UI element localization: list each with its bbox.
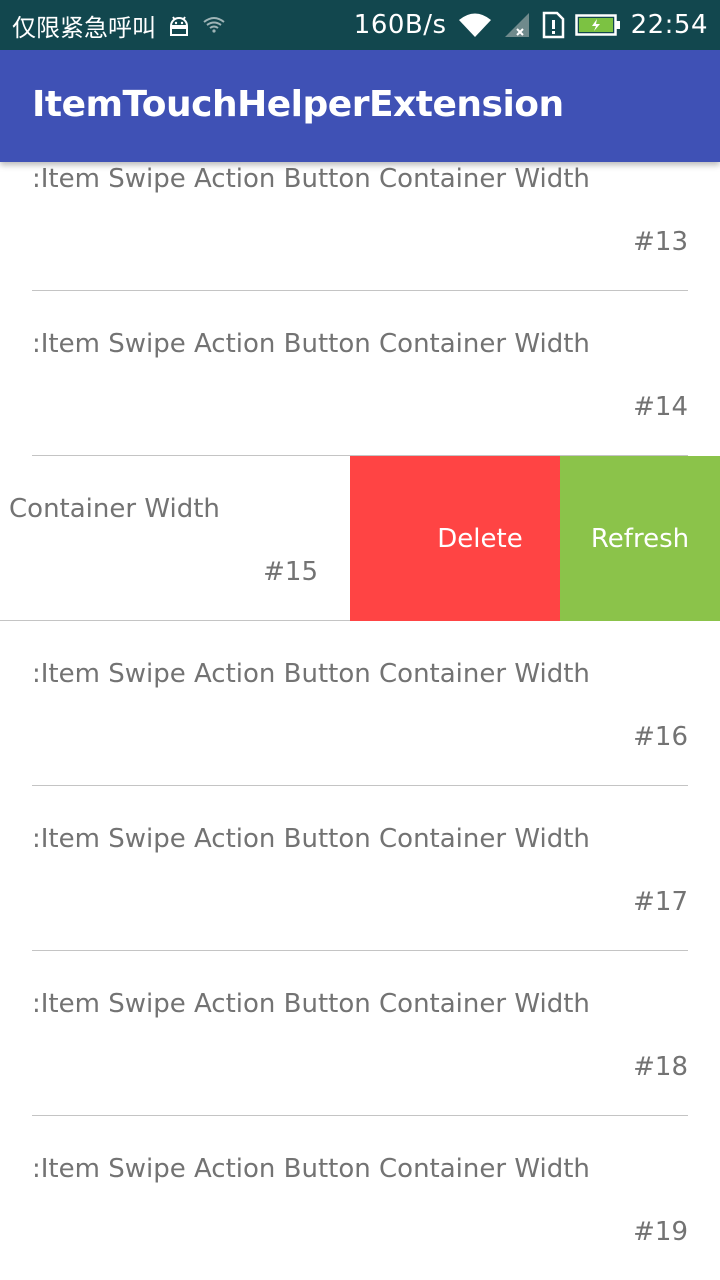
list-item[interactable]: :Item Swipe Action Button Container Widt… (0, 951, 720, 1116)
screen: 仅限紧急呼叫 160B/s 22:54 ItemTouchHelperExten… (0, 0, 720, 1280)
item-content: :Item Swipe Action Button Container Widt… (0, 951, 720, 1116)
list-item[interactable]: :Item Swipe Action Button Container Widt… (0, 786, 720, 951)
network-speed: 160B/s (353, 10, 447, 40)
wifi-icon (202, 15, 226, 35)
status-right: 160B/s 22:54 (354, 10, 708, 40)
app-title: ItemTouchHelperExtension (32, 84, 564, 125)
item-title: :Item Swipe Action Button Container Widt… (0, 494, 220, 524)
item-content: :Item Swipe Action Button Container Widt… (0, 786, 720, 951)
item-title: :Item Swipe Action Button Container Widt… (32, 659, 590, 689)
item-title: :Item Swipe Action Button Container Widt… (32, 989, 590, 1019)
clock: 22:54 (630, 10, 708, 40)
list-item[interactable]: :Item Swipe Action Button Container Widt… (0, 291, 720, 456)
carrier-text: 仅限紧急呼叫 (12, 13, 156, 42)
list-item[interactable]: :Item Swipe Action Button Container Widt… (0, 621, 720, 786)
wifi-signal-icon (457, 11, 493, 39)
item-title: :Item Swipe Action Button Container Widt… (32, 329, 590, 359)
item-content: :Item Swipe Action Button Container Widt… (0, 621, 720, 786)
item-number: #16 (633, 722, 688, 752)
sim-alert-icon (541, 11, 565, 39)
item-number: #15 (263, 557, 318, 587)
refresh-button[interactable]: Refresh (560, 456, 720, 621)
delete-button[interactable]: Delete (350, 456, 560, 621)
item-title: :Item Swipe Action Button Container Widt… (32, 1154, 590, 1184)
item-content: :Item Swipe Action Button Container Widt… (0, 456, 350, 621)
item-content: :Item Swipe Action Button Container Widt… (0, 291, 720, 456)
android-debug-icon (166, 12, 192, 38)
list-item[interactable]: :Item Swipe Action Button Container Widt… (0, 1116, 720, 1280)
app-bar: ItemTouchHelperExtension (0, 50, 720, 162)
item-number: #18 (633, 1052, 688, 1082)
item-number: #17 (633, 887, 688, 917)
item-content: :Item Swipe Action Button Container Widt… (0, 1116, 720, 1280)
status-bar: 仅限紧急呼叫 160B/s 22:54 (0, 0, 720, 50)
item-number: #14 (633, 392, 688, 422)
item-list[interactable]: :Item Swipe Action Button Container Widt… (0, 126, 720, 1280)
item-number: #19 (633, 1217, 688, 1247)
battery-charging-icon (574, 13, 621, 37)
status-left: 仅限紧急呼叫 (12, 8, 226, 43)
item-title: :Item Swipe Action Button Container Widt… (32, 164, 590, 194)
cellular-no-signal-icon (503, 11, 531, 39)
list-item-swiped[interactable]: :Item Swipe Action Button Container Widt… (0, 456, 720, 621)
item-number: #13 (633, 227, 688, 257)
item-title: :Item Swipe Action Button Container Widt… (32, 824, 590, 854)
